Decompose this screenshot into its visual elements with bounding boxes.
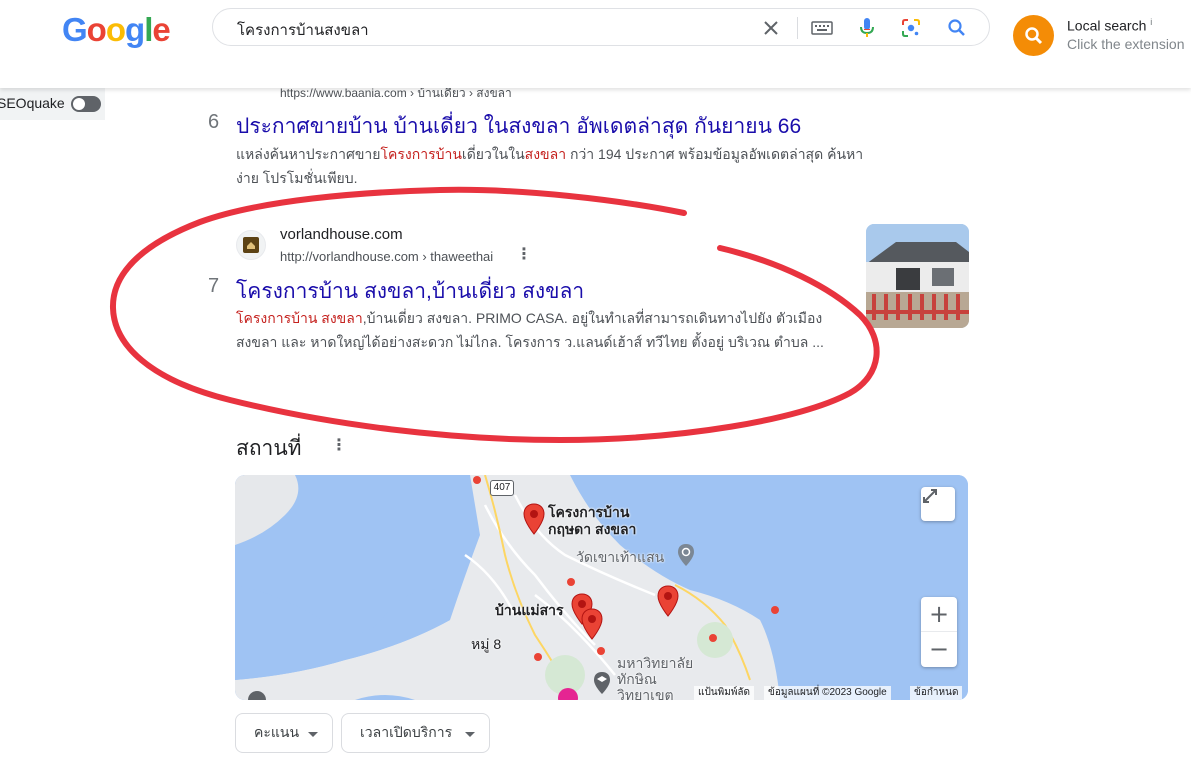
map-label-village: บ้านแม่สาร — [495, 602, 564, 618]
map-attribution-terms[interactable]: ข้อกำหนด — [910, 686, 963, 700]
result-7-number: 7 — [208, 275, 220, 297]
map-label-moo: หมู่ 8 — [471, 636, 502, 652]
local-search-title-text: Local search — [1067, 17, 1147, 34]
hours-filter-chip[interactable]: เวลาเปิดบริการ — [341, 713, 490, 753]
info-icon[interactable]: i — [1150, 17, 1152, 27]
microphone-icon[interactable] — [856, 17, 878, 39]
result-7-site-name[interactable]: vorlandhouse.com — [280, 226, 403, 243]
dropdown-arrow-icon — [308, 732, 318, 737]
snippet-highlight: สงขลา — [524, 146, 567, 162]
map-label-line: โครงการบ้าน — [548, 504, 630, 520]
result-6-number: 6 — [208, 111, 220, 133]
snippet-highlight: โครงการบ้าน — [380, 146, 462, 162]
snippet-text: เดี่ยวในใน — [461, 146, 525, 162]
map-pin-icon[interactable] — [523, 503, 545, 535]
logo-letter: l — [144, 11, 153, 48]
search-icon[interactable] — [946, 17, 968, 39]
site-favicon[interactable] — [236, 230, 266, 260]
map-label-university: มหาวิทยาลัย ทักษิณ วิทยาเขต — [617, 655, 693, 700]
map-label-line: วิทยาเขต — [617, 687, 674, 700]
more-options-icon[interactable]: ⋮ — [331, 437, 347, 453]
clear-icon[interactable] — [760, 17, 782, 39]
result-6-snippet: แหล่งค้นหาประกาศขายโครงการบ้านเดี่ยวในใน… — [236, 142, 876, 190]
google-logo[interactable]: Google — [62, 11, 171, 49]
map-label-temple: วัดเขาเท้าแสน — [576, 549, 665, 565]
map-label-line: มหาวิทยาลัย — [617, 655, 694, 671]
zoom-out-button[interactable]: − — [921, 632, 957, 667]
dropdown-arrow-icon — [465, 732, 475, 737]
map-label-line: กฤษดา สงขลา — [548, 521, 637, 537]
search-icon — [1024, 26, 1042, 44]
map-label-line: ทักษิณ — [617, 671, 657, 687]
logo-letter: G — [62, 11, 88, 48]
logo-letter: o — [86, 11, 107, 48]
places-heading: สถานที่ — [236, 437, 302, 460]
map-label-project[interactable]: โครงการบ้าน กฤษดา สงขลา — [548, 504, 636, 538]
logo-letter: o — [105, 11, 126, 48]
result-7-snippet: โครงการบ้าน สงขลา,บ้านเดี่ยว สงขลา. PRIM… — [236, 306, 848, 354]
map-attribution-data: ข้อมูลแผนที่ ©2023 Google — [764, 686, 891, 700]
seoquake-toggle[interactable] — [71, 96, 101, 112]
snippet-text: แหล่งค้นหาประกาศขาย — [236, 146, 381, 162]
zoom-control: + − — [921, 597, 957, 667]
result-7-title[interactable]: โครงการบ้าน สงขลา,บ้านเดี่ยว สงขลา — [236, 275, 584, 308]
chip-label: เวลาเปิดบริการ — [360, 724, 453, 740]
fullscreen-button[interactable] — [921, 487, 955, 521]
more-options-icon[interactable]: ⋮ — [516, 246, 532, 262]
places-map[interactable]: 407 โครงการบ้าน กฤษดา สงขลา วัดเขาเท้าแส… — [235, 475, 968, 700]
divider — [797, 17, 798, 39]
result-6-title[interactable]: ประกาศขายบ้าน บ้านเดี่ยว ในสงขลา อัพเดตล… — [236, 110, 801, 143]
rating-filter-chip[interactable]: คะแนน — [235, 713, 333, 753]
header: Google โครงการบ้านสงขลา Local search i C… — [0, 0, 1191, 88]
seoquake-label: SEOquake — [0, 95, 65, 111]
keyboard-icon[interactable] — [811, 17, 833, 39]
local-search-subtitle: Click the extension — [1067, 36, 1185, 52]
result-7-breadcrumb[interactable]: http://vorlandhouse.com › thaweethai — [280, 249, 493, 264]
result-7-thumbnail[interactable] — [866, 224, 969, 328]
lens-icon[interactable] — [900, 17, 922, 39]
logo-letter: g — [125, 11, 145, 48]
map-pin-icon[interactable] — [657, 585, 679, 617]
temple-icon — [678, 544, 694, 566]
snippet-highlight: โครงการบ้าน สงขลา — [236, 310, 363, 326]
house-icon — [243, 237, 259, 253]
zoom-in-button[interactable]: + — [921, 597, 957, 632]
map-pin-icon[interactable] — [581, 608, 603, 640]
search-input[interactable]: โครงการบ้านสงขลา — [237, 18, 369, 42]
local-search-extension-button[interactable] — [1013, 15, 1054, 56]
university-icon — [594, 672, 610, 694]
logo-letter: e — [152, 11, 170, 48]
chip-label: คะแนน — [254, 724, 300, 740]
expand-icon — [923, 489, 937, 503]
search-box[interactable]: โครงการบ้านสงขลา — [212, 8, 990, 46]
road-shield: 407 — [490, 480, 514, 496]
local-search-title: Local search i — [1067, 17, 1152, 34]
map-attribution-shortcuts[interactable]: แป้นพิมพ์ลัด — [694, 686, 755, 700]
seoquake-toggle-bar: SEOquake — [0, 88, 105, 120]
